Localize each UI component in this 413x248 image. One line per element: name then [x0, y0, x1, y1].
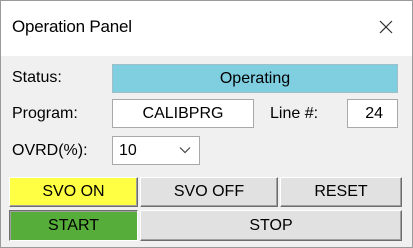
- program-field[interactable]: CALIBPRG: [112, 99, 254, 128]
- chevron-down-icon: [179, 147, 191, 154]
- line-number-field[interactable]: 24: [347, 99, 398, 128]
- program-value: CALIBPRG: [142, 104, 224, 122]
- status-label: Status:: [12, 69, 62, 86]
- svo-off-label: SVO OFF: [173, 183, 245, 200]
- stop-button[interactable]: STOP: [140, 210, 402, 241]
- program-label: Program:: [12, 105, 78, 122]
- reset-button[interactable]: RESET: [280, 177, 402, 207]
- stop-label: STOP: [249, 216, 293, 234]
- status-indicator: Operating: [112, 64, 398, 93]
- svo-on-button[interactable]: SVO ON: [9, 177, 138, 207]
- status-value: Operating: [219, 69, 291, 87]
- line-label: Line #:: [270, 105, 319, 122]
- start-label: START: [48, 216, 99, 234]
- line-number-value: 24: [365, 104, 383, 122]
- svo-off-button[interactable]: SVO OFF: [140, 177, 278, 207]
- override-selected-value: 10: [119, 141, 137, 159]
- operation-panel-window: Operation Panel Status: Operating Progra…: [0, 0, 413, 248]
- close-button[interactable]: [373, 14, 399, 40]
- override-label: OVRD(%):: [12, 142, 88, 159]
- override-select[interactable]: 10: [112, 136, 200, 165]
- svo-on-label: SVO ON: [42, 183, 105, 200]
- window-title: Operation Panel: [12, 17, 132, 36]
- title-bar: Operation Panel: [1, 1, 412, 56]
- close-icon: [379, 20, 393, 34]
- reset-label: RESET: [314, 183, 368, 200]
- start-button[interactable]: START: [9, 210, 138, 241]
